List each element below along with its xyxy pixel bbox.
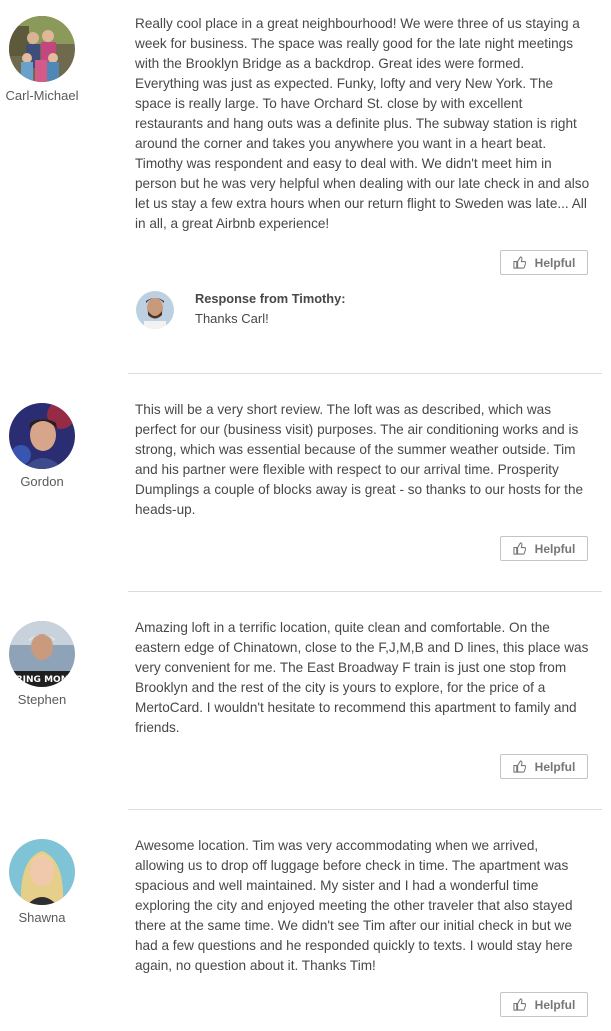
review-text: Really cool place in a great neighbourho… bbox=[135, 16, 590, 231]
reviewer-name[interactable]: Carl-Michael bbox=[0, 88, 84, 103]
helpful-button[interactable]: Helpful bbox=[500, 536, 588, 561]
review-text: Awesome location. Tim was very accommoda… bbox=[135, 838, 573, 973]
helpful-button[interactable]: Helpful bbox=[500, 992, 588, 1017]
helpful-button[interactable]: Helpful bbox=[500, 754, 588, 779]
review-divider bbox=[128, 591, 602, 592]
helpful-button[interactable]: Helpful bbox=[500, 250, 588, 275]
helpful-label: Helpful bbox=[534, 541, 576, 556]
avatar[interactable] bbox=[9, 16, 75, 82]
helpful-label: Helpful bbox=[534, 255, 576, 270]
avatar[interactable] bbox=[9, 839, 75, 905]
response-text: Thanks Carl! bbox=[195, 311, 269, 326]
avatar-sign-text: RING MON bbox=[16, 675, 68, 685]
reviewer-name[interactable]: Stephen bbox=[0, 692, 84, 707]
reviewer-name[interactable]: Shawna bbox=[0, 910, 84, 925]
review-text: Amazing loft in a terrific location, qui… bbox=[135, 620, 589, 735]
thumbs-up-icon bbox=[513, 542, 526, 555]
helpful-label: Helpful bbox=[534, 759, 576, 774]
response-title: Response from Timothy: bbox=[195, 291, 346, 306]
thumbs-up-icon bbox=[513, 998, 526, 1011]
review-divider bbox=[128, 373, 602, 374]
thumbs-up-icon bbox=[513, 256, 526, 269]
avatar[interactable]: RING MON bbox=[9, 621, 75, 687]
helpful-label: Helpful bbox=[534, 997, 576, 1012]
thumbs-up-icon bbox=[513, 760, 526, 773]
review-text: This will be a very short review. The lo… bbox=[135, 402, 584, 517]
review-divider bbox=[128, 809, 602, 810]
reviewer-name[interactable]: Gordon bbox=[0, 474, 84, 489]
host-avatar[interactable] bbox=[136, 291, 174, 329]
avatar[interactable] bbox=[9, 403, 75, 469]
